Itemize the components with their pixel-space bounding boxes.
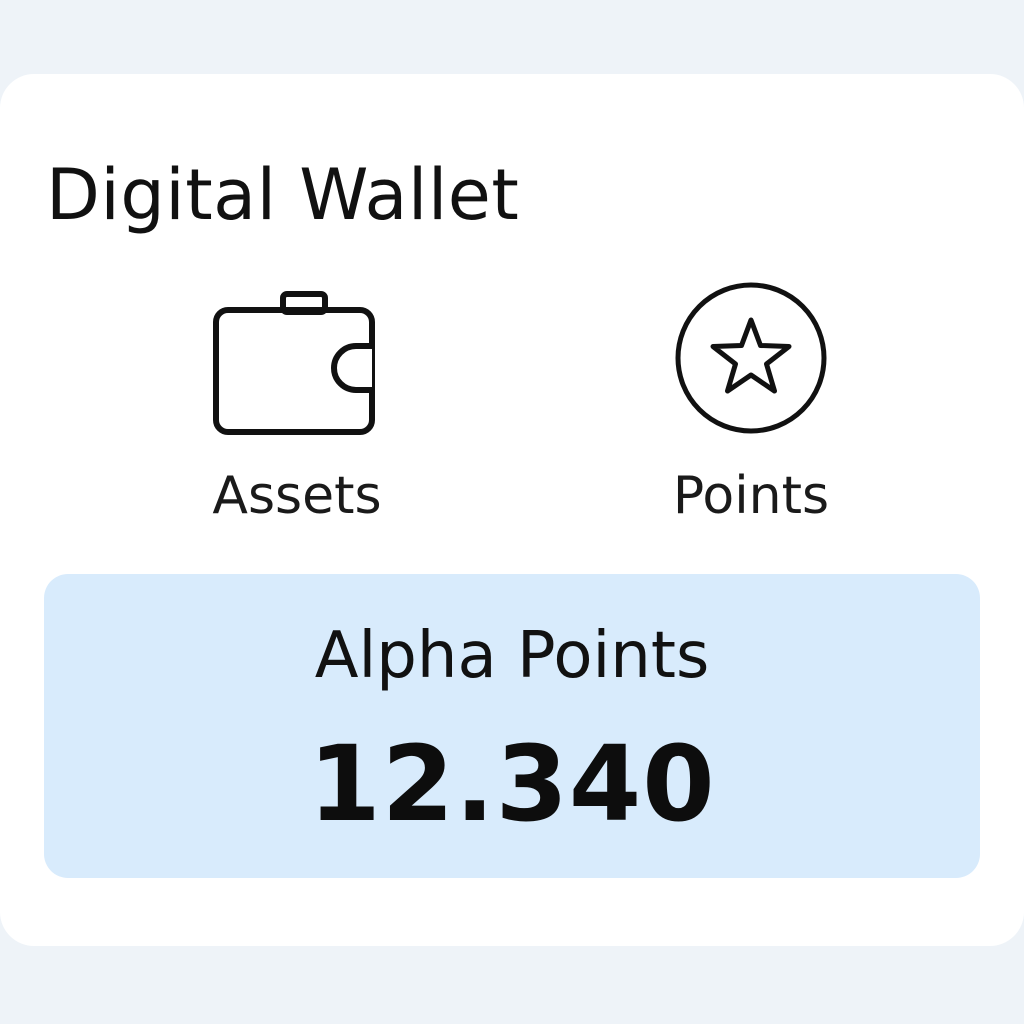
page-title: Digital Wallet: [46, 154, 520, 236]
points-label: Points: [672, 466, 830, 526]
assets-label: Assets: [212, 466, 382, 526]
assets-button[interactable]: Assets: [147, 288, 447, 538]
points-button[interactable]: Points: [601, 280, 901, 530]
balance-label: Alpha Points: [314, 619, 710, 693]
star-circle-icon: [673, 280, 829, 440]
points-balance-panel: Alpha Points 12.340: [44, 574, 980, 878]
wallet-icon: [212, 290, 382, 444]
balance-value: 12.340: [308, 723, 716, 845]
